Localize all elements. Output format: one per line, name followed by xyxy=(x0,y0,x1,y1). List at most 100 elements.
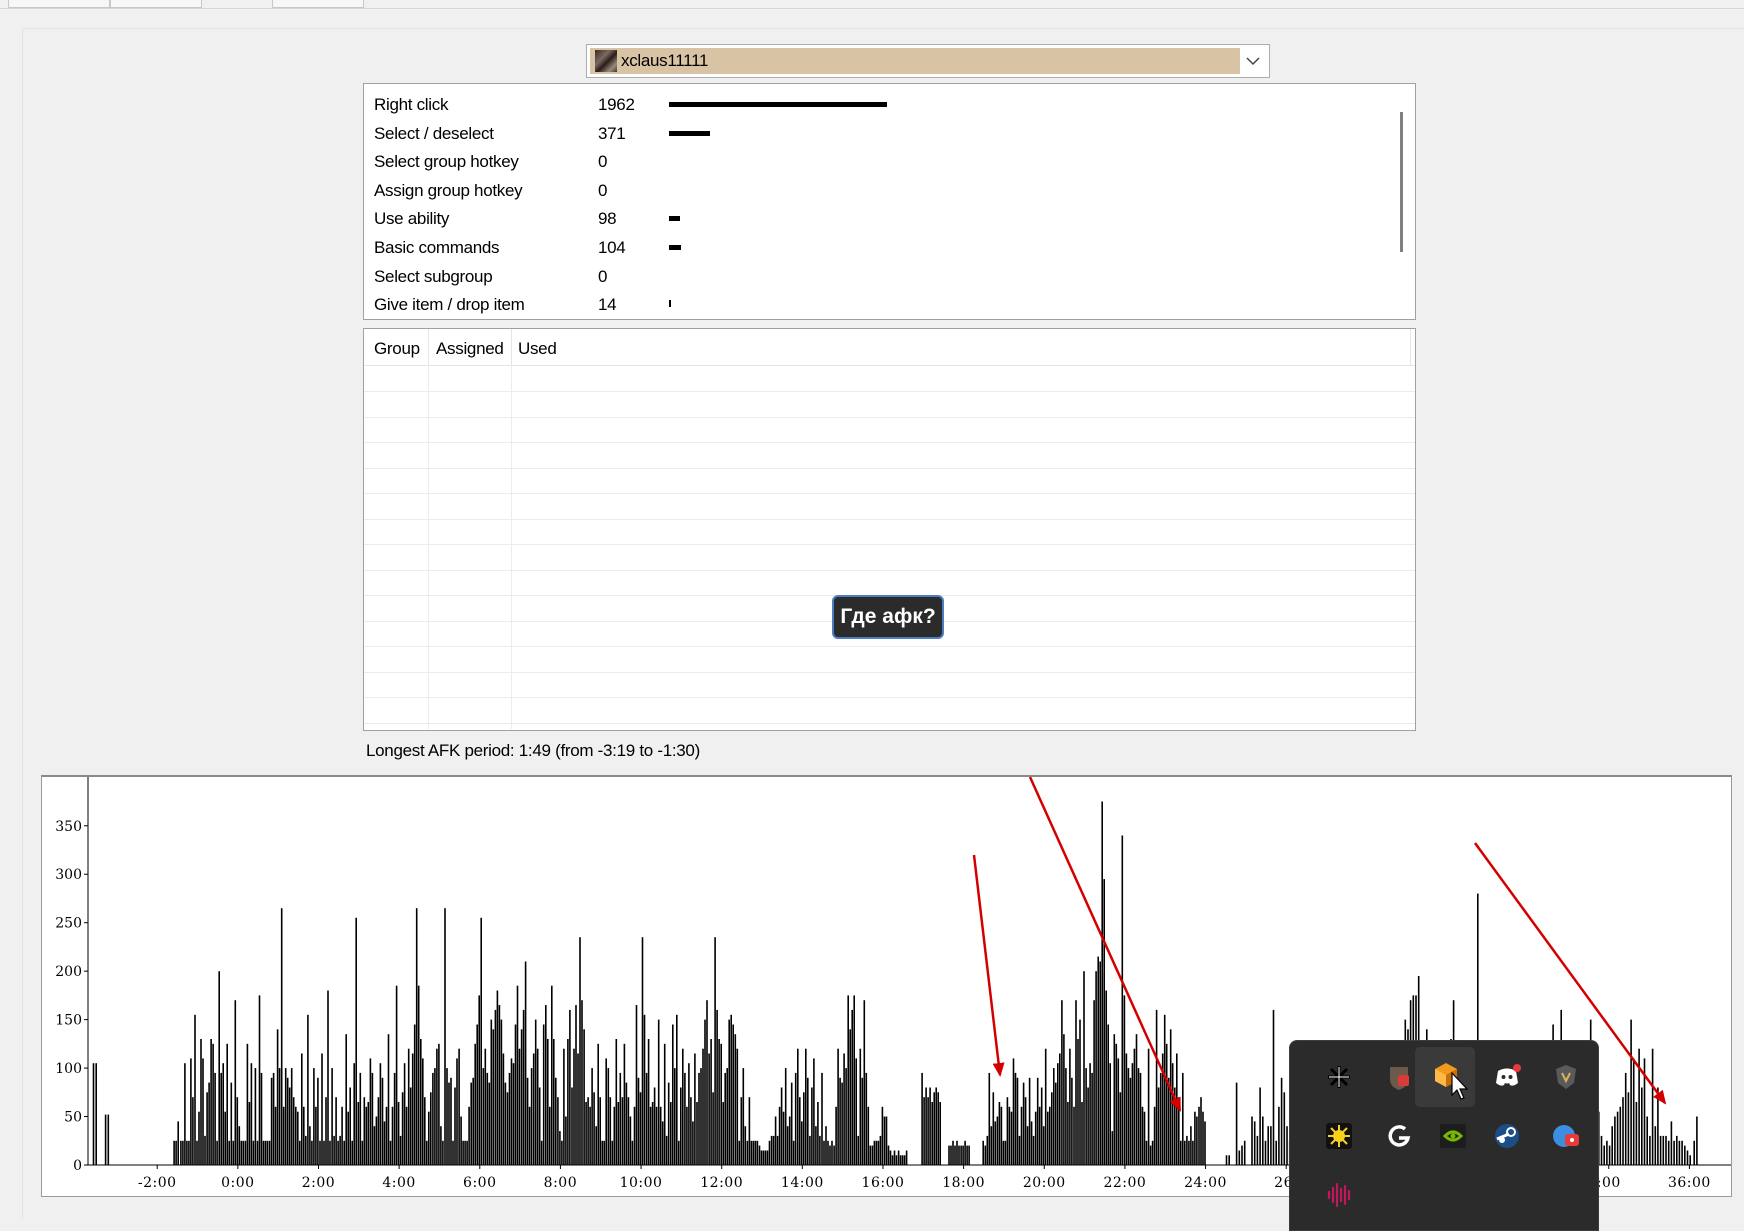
chart-bar xyxy=(226,1043,228,1165)
tab-game-info[interactable] xyxy=(8,0,110,8)
steam-icon[interactable] xyxy=(1493,1122,1521,1150)
y-tick-label: 250 xyxy=(55,916,82,932)
chart-bar xyxy=(563,1048,565,1165)
column-divider[interactable] xyxy=(1410,329,1411,365)
chart-bar xyxy=(988,1072,991,1165)
chart-bar xyxy=(373,1126,376,1165)
list-item[interactable]: Assign group hotkey 0 xyxy=(364,176,1415,204)
nvidia-icon[interactable] xyxy=(1439,1122,1467,1150)
chart-bar xyxy=(1681,1140,1683,1165)
chart-bar xyxy=(456,1058,458,1165)
column-header-used[interactable]: Used xyxy=(518,339,557,359)
chart-bar xyxy=(426,1140,428,1165)
sun-flare-icon[interactable] xyxy=(1325,1122,1353,1150)
chart-bar xyxy=(268,1140,271,1165)
chevron-down-icon[interactable] xyxy=(1242,49,1264,73)
chart-bar xyxy=(1061,1000,1063,1165)
action-stats-list[interactable]: Right click 1962 Select / deselect 371 Selec… xyxy=(363,83,1416,320)
chart-bar xyxy=(937,1092,939,1165)
chart-bar xyxy=(1253,1121,1256,1165)
logitech-g-icon[interactable] xyxy=(1385,1122,1413,1150)
table-row xyxy=(364,722,1415,724)
chart-bar xyxy=(1032,1135,1035,1165)
chart-bar xyxy=(407,1048,410,1165)
group-hotkeys-table[interactable]: Group Assigned Used xyxy=(363,328,1416,731)
chart-bar xyxy=(1006,1097,1009,1165)
chart-bar xyxy=(696,1102,698,1165)
chart-bar xyxy=(210,1039,212,1165)
tab-game-chat[interactable] xyxy=(110,0,202,8)
list-item[interactable]: Basic commands 104 xyxy=(364,233,1415,261)
chart-bar xyxy=(260,1072,263,1165)
chart-bar xyxy=(553,1039,555,1165)
x-tick-label: 6:00 xyxy=(463,1175,496,1191)
chart-bar xyxy=(1016,1077,1019,1165)
x-tick-label: 12:00 xyxy=(700,1175,743,1191)
chart-bar xyxy=(885,1116,888,1165)
tab-action-log[interactable] xyxy=(272,0,364,8)
chart-bar xyxy=(595,1126,597,1165)
chart-bar xyxy=(748,1097,751,1165)
chart-bar xyxy=(216,1140,218,1165)
chart-bar xyxy=(1632,1058,1635,1165)
chart-bar xyxy=(1129,1077,1132,1165)
chart-bar xyxy=(631,1140,634,1165)
chart-bar xyxy=(803,1092,805,1165)
player-select[interactable]: xclaus11111 xyxy=(586,44,1270,78)
chart-bar xyxy=(774,1116,777,1165)
audio-wave-icon[interactable] xyxy=(1325,1181,1353,1209)
list-item[interactable]: Select group hotkey 0 xyxy=(364,147,1415,175)
chart-bar xyxy=(557,1097,559,1165)
x-tick-label: 16:00 xyxy=(862,1175,905,1191)
chart-bar xyxy=(647,1039,650,1165)
table-row xyxy=(364,467,1415,469)
chart-bar xyxy=(780,1087,783,1165)
scrollbar-thumb[interactable] xyxy=(1400,112,1403,252)
column-header-group[interactable]: Group xyxy=(374,339,420,359)
gaming-app-icon[interactable] xyxy=(1552,1063,1580,1091)
chart-bar xyxy=(518,1048,521,1165)
table-row xyxy=(364,518,1415,520)
chart-bar xyxy=(397,1102,400,1165)
chart-bar xyxy=(430,1092,432,1165)
chart-bar xyxy=(903,1155,906,1165)
chart-bar xyxy=(603,1140,605,1165)
chart-bar xyxy=(192,1097,194,1165)
x-tick-label: 4:00 xyxy=(382,1175,415,1191)
chart-bar xyxy=(1238,1150,1241,1165)
list-item[interactable]: Use ability 98 xyxy=(364,204,1415,232)
chart-bar xyxy=(180,1140,182,1165)
list-item[interactable]: Give item / drop item 14 xyxy=(364,290,1415,318)
chart-bar xyxy=(1192,1140,1194,1165)
chart-bar xyxy=(440,1126,442,1165)
chart-bar xyxy=(674,1068,676,1165)
chart-bar xyxy=(286,1077,289,1165)
shield-app-icon[interactable] xyxy=(1385,1063,1413,1091)
chart-bar xyxy=(204,1135,206,1165)
list-item[interactable]: Right click 1962 xyxy=(364,90,1415,118)
player-name: xclaus11111 xyxy=(621,51,709,70)
chart-bar xyxy=(992,1092,995,1165)
star-burst-icon[interactable] xyxy=(1325,1063,1353,1091)
chart-bar xyxy=(899,1155,902,1165)
chart-bar xyxy=(1040,1087,1043,1165)
chart-bar xyxy=(1204,1121,1206,1165)
column-header-assigned[interactable]: Assigned xyxy=(436,339,504,359)
chart-bar xyxy=(1194,1111,1196,1165)
list-item[interactable]: Select subgroup 0 xyxy=(364,262,1415,290)
list-item[interactable]: Select / deselect 371 xyxy=(364,119,1415,147)
action-label: Basic commands xyxy=(374,238,500,257)
column-divider[interactable] xyxy=(511,329,512,365)
notification-badge-icon[interactable] xyxy=(1552,1122,1580,1150)
chart-bar xyxy=(770,1135,773,1165)
chart-bar xyxy=(450,1077,452,1165)
x-tick-label: 10:00 xyxy=(620,1175,663,1191)
chart-bar xyxy=(1024,1097,1027,1165)
discord-icon[interactable] xyxy=(1493,1063,1521,1091)
chart-bar xyxy=(1641,1087,1643,1165)
chart-bar xyxy=(786,1126,789,1165)
chart-bar xyxy=(728,1019,730,1165)
chart-bar xyxy=(369,1058,372,1165)
column-divider[interactable] xyxy=(428,329,429,365)
chart-bar xyxy=(545,1005,547,1165)
